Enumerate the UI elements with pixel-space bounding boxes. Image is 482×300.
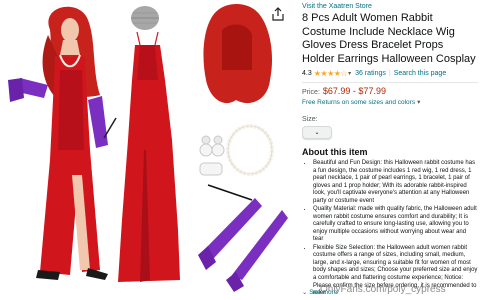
price-label: Price: bbox=[302, 89, 320, 96]
watermark: OnlyFans.com/poly_cypress bbox=[320, 284, 446, 295]
star-rating-icon[interactable]: ★★★★☆ bbox=[314, 69, 348, 78]
divider bbox=[302, 82, 478, 83]
list-item: Beautiful and Fun Design: this Halloween… bbox=[313, 160, 478, 206]
search-this-page-link[interactable]: Search this page bbox=[394, 70, 447, 77]
price-row: Price: $67.99 - $77.99 bbox=[302, 86, 478, 96]
size-dropdown[interactable]: ⌄ bbox=[302, 126, 332, 139]
share-icon[interactable] bbox=[270, 6, 286, 22]
about-section-title: About this item bbox=[302, 147, 368, 157]
ratings-count-link[interactable]: 36 ratings bbox=[355, 70, 386, 77]
separator: | bbox=[388, 70, 391, 77]
rating-value: 4.3 bbox=[302, 70, 312, 77]
about-bullets: Beautiful and Fun Design: this Halloween… bbox=[302, 160, 478, 298]
product-image bbox=[8, 4, 288, 292]
price-range: $67.99 - $77.99 bbox=[322, 86, 386, 96]
chevron-down-icon[interactable]: ▾ bbox=[348, 70, 351, 77]
product-title: 8 Pcs Adult Women Rabbit Costume Include… bbox=[302, 12, 476, 65]
product-info: Visit the Xaatren Store 8 Pcs Adult Wome… bbox=[302, 2, 478, 300]
free-returns-text: Free Returns on some sizes and colors bbox=[302, 98, 416, 106]
free-returns-link[interactable]: Free Returns on some sizes and colors ▾ bbox=[302, 98, 478, 107]
chevron-down-icon: ⌄ bbox=[302, 289, 310, 296]
chevron-down-icon: ⌄ bbox=[314, 130, 320, 136]
product-image-gallery[interactable] bbox=[0, 0, 292, 300]
list-item: Quality Material: made with quality fabr… bbox=[313, 206, 478, 244]
store-link[interactable]: Visit the Xaatren Store bbox=[302, 2, 478, 11]
rating-row: 4.3 ★★★★☆ ▾ 36 ratings | Search this pag… bbox=[302, 69, 478, 78]
chevron-down-icon: ▾ bbox=[417, 99, 421, 106]
size-label: Size: bbox=[302, 116, 318, 123]
